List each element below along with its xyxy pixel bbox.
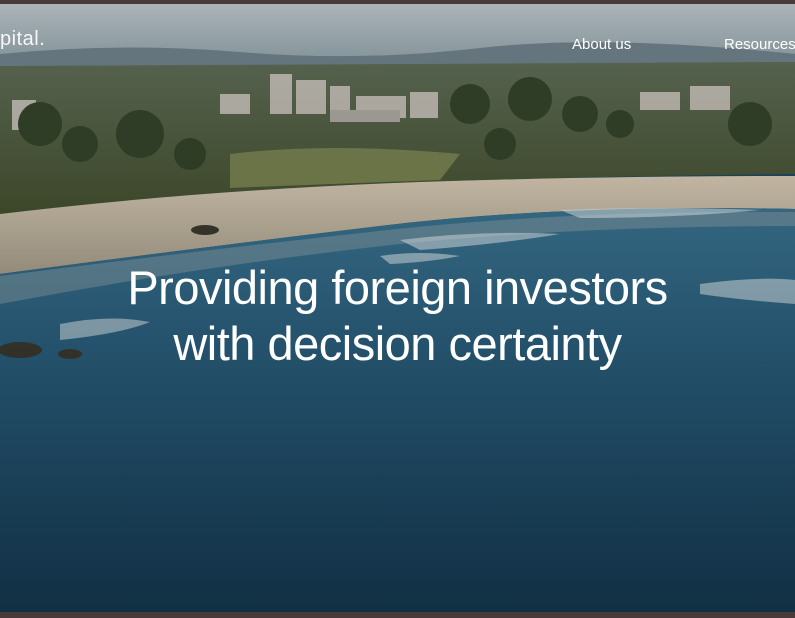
nav-link-resources[interactable]: Resources (724, 36, 795, 53)
hero-headline: Providing foreign investors with decisio… (0, 260, 795, 372)
nav-link-about-us[interactable]: About us (572, 36, 631, 53)
brand-logo[interactable]: pital. (0, 28, 45, 51)
hero-headline-line-1: Providing foreign investors (127, 261, 668, 314)
top-navigation: pital. About us Resources (0, 4, 795, 84)
hero-section: pital. About us Resources Providing fore… (0, 4, 795, 612)
hero-headline-line-2: with decision certainty (173, 317, 622, 370)
